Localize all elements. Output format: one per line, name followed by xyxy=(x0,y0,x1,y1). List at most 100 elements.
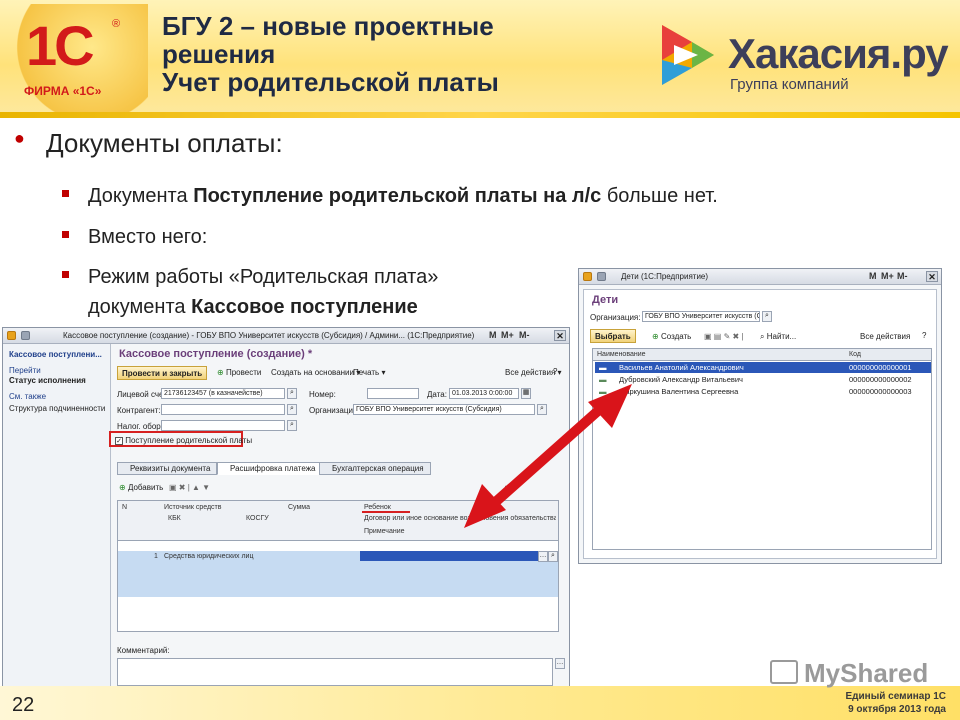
footer-line-2: 9 октября 2013 года xyxy=(848,704,946,715)
watermark-text: MyShared xyxy=(804,658,929,688)
col-kbk-header[interactable]: КБК xyxy=(168,515,181,522)
account-search-icon[interactable]: ⌕ xyxy=(287,388,297,399)
list-item[interactable]: ▬ Дубровский Александр Витальевич 000000… xyxy=(595,374,931,385)
navigation-panel: Кассовое поступлени... Перейти Статус ис… xyxy=(3,344,111,686)
create-based-button[interactable]: Создать на основании ▾ xyxy=(271,368,360,377)
sub-bullet-2-text: Вместо него: xyxy=(88,226,208,248)
tab-payment-breakdown[interactable]: Расшифровка платежа xyxy=(217,462,323,475)
contractor-search-icon[interactable]: ⌕ xyxy=(287,404,297,415)
dropdown-icon[interactable] xyxy=(597,272,606,281)
partner-logo-subtitle: Группа компаний xyxy=(730,76,849,93)
contractor-field[interactable] xyxy=(161,404,285,415)
comment-field[interactable] xyxy=(117,658,553,686)
col-kosgu-header[interactable]: КОСГУ xyxy=(246,515,269,522)
col-sum-header[interactable]: Сумма xyxy=(288,504,310,511)
org-label: Организация: xyxy=(590,313,641,322)
toolbar-edit-icons[interactable]: ▣ ▤ ✎ ✖ | xyxy=(704,332,744,341)
nav-item-status[interactable]: Статус исполнения xyxy=(9,376,86,385)
nav-item-structure[interactable]: Структура подчиненности xyxy=(9,404,105,413)
child-select-icon[interactable]: … xyxy=(538,551,548,562)
add-row-button[interactable]: ⊕ Добавить xyxy=(119,483,163,492)
all-actions-button[interactable]: Все действия xyxy=(860,332,910,341)
print-label: Печать xyxy=(353,368,380,377)
logo-1c-mark: 1С xyxy=(26,14,95,77)
all-actions-label: Все действия xyxy=(505,368,556,377)
logo-registered-mark: ® xyxy=(112,18,121,30)
app-menu-icon[interactable] xyxy=(583,272,592,281)
window-titlebar: Дети (1С:Предприятие) M M+ M- ✕ xyxy=(579,269,941,285)
memory-mminus-button[interactable]: M- xyxy=(897,271,908,281)
select-button[interactable]: Выбрать xyxy=(590,329,636,343)
find-button[interactable]: ⌕ Найти... xyxy=(760,332,796,342)
tax-search-icon[interactable]: ⌕ xyxy=(287,420,297,431)
document-title: Кассовое поступление (создание) * xyxy=(119,348,313,360)
number-field[interactable] xyxy=(367,388,419,399)
list-header: Наименование Код xyxy=(593,349,931,361)
logo-1c-text: ФИРМА «1С» xyxy=(24,84,102,98)
sub-bullet-1-before: Документа xyxy=(88,185,194,207)
list-item[interactable]: ▬ Маркушина Валентина Сергеевна 00000000… xyxy=(595,386,931,397)
help-icon[interactable]: ? xyxy=(553,367,557,376)
app-menu-icon[interactable] xyxy=(7,331,16,340)
window-title: Дети (1С:Предприятие) xyxy=(621,272,709,281)
nav-item-goto[interactable]: Перейти xyxy=(9,366,41,375)
nav-item-see-also[interactable]: См. также xyxy=(9,392,46,401)
sub-bullet-1-after: больше нет. xyxy=(601,185,718,207)
close-icon[interactable]: ✕ xyxy=(554,330,566,341)
col-child-header[interactable]: Ребенок xyxy=(364,504,391,511)
child-cell[interactable] xyxy=(360,551,538,561)
parent-fee-checkbox[interactable]: ✓ Поступление родительской платы xyxy=(115,436,252,445)
bullet-dot-icon: ● xyxy=(14,128,25,148)
child-search-icon[interactable]: ⌕ xyxy=(548,551,558,562)
item-code: 000000000000003 xyxy=(849,387,912,396)
memory-mminus-button[interactable]: M- xyxy=(519,330,530,340)
help-icon[interactable]: ? xyxy=(922,331,926,340)
form-heading: Дети xyxy=(592,294,619,306)
footer-line-1: Единый семинар 1С xyxy=(845,691,946,702)
create-based-label: Создать на основании xyxy=(271,368,354,377)
footer-event: Единый семинар 1С 9 октября 2013 года xyxy=(846,690,946,716)
tab-accounting-operation[interactable]: Бухгалтерская операция xyxy=(319,462,431,475)
list-item[interactable]: ▬ Васильев Анатолий Александрович 000000… xyxy=(595,362,931,373)
col-note-header[interactable]: Примечание xyxy=(364,528,405,535)
tab-document-details[interactable]: Реквизиты документа xyxy=(117,462,218,475)
item-icon: ▬ xyxy=(599,363,607,372)
column-code-header[interactable]: Код xyxy=(849,351,861,358)
title-line-3: Учет родительской платы xyxy=(162,67,499,97)
org-label: Организация: xyxy=(309,406,360,415)
double-arrow-icon xyxy=(464,384,632,528)
account-field[interactable]: 21736123457 (в казначействе) xyxy=(161,388,285,399)
item-code: 000000000000002 xyxy=(849,375,912,384)
tax-label: Налог. обор.: xyxy=(117,422,166,431)
window-titlebar: Кассовое поступление (создание) - ГОБУ В… xyxy=(3,328,569,344)
find-label: Найти... xyxy=(766,332,797,341)
column-name-header[interactable]: Наименование xyxy=(597,351,646,358)
square-bullet-icon xyxy=(62,231,69,238)
tax-field[interactable] xyxy=(161,420,285,431)
col-n-header[interactable]: N xyxy=(122,504,127,511)
print-button[interactable]: Печать ▾ xyxy=(353,368,385,377)
org-search-icon[interactable]: ⌕ xyxy=(762,311,772,322)
window-title: Кассовое поступление (создание) - ГОБУ В… xyxy=(63,331,475,340)
find-icon: ⌕ xyxy=(760,332,765,341)
post-and-close-button[interactable]: Провести и закрыть xyxy=(117,366,208,380)
grid-row-tools-icons[interactable]: ▣ ✖ | ▲ ▼ xyxy=(169,483,210,492)
org-field[interactable]: ГОБУ ВПО Университет искусств (С xyxy=(642,311,760,322)
sub-bullet-1-bold: Поступление родительской платы на л/с xyxy=(193,185,602,207)
partner-logo-name: Хакасия.ру xyxy=(728,30,949,77)
row-n: 1 xyxy=(154,553,158,560)
item-name: Васильев Анатолий Александрович xyxy=(619,363,744,372)
children-list: Наименование Код ▬ Васильев Анатолий Але… xyxy=(592,348,932,550)
row-source: Средства юридических лиц xyxy=(164,553,254,560)
dropdown-icon[interactable] xyxy=(21,331,30,340)
memory-m-button[interactable]: M xyxy=(869,271,877,281)
comment-expand-icon[interactable]: … xyxy=(555,658,565,669)
create-button[interactable]: ⊕ Создать xyxy=(652,332,691,341)
post-button[interactable]: ⊕ Провести xyxy=(217,368,261,377)
title-line-1: БГУ 2 – новые проектные xyxy=(162,11,494,41)
memory-mplus-button[interactable]: M+ xyxy=(501,330,514,340)
col-source-header[interactable]: Источник средств xyxy=(164,504,221,511)
memory-m-button[interactable]: M xyxy=(489,330,497,340)
close-icon[interactable]: ✕ xyxy=(926,271,938,282)
memory-mplus-button[interactable]: M+ xyxy=(881,271,894,281)
